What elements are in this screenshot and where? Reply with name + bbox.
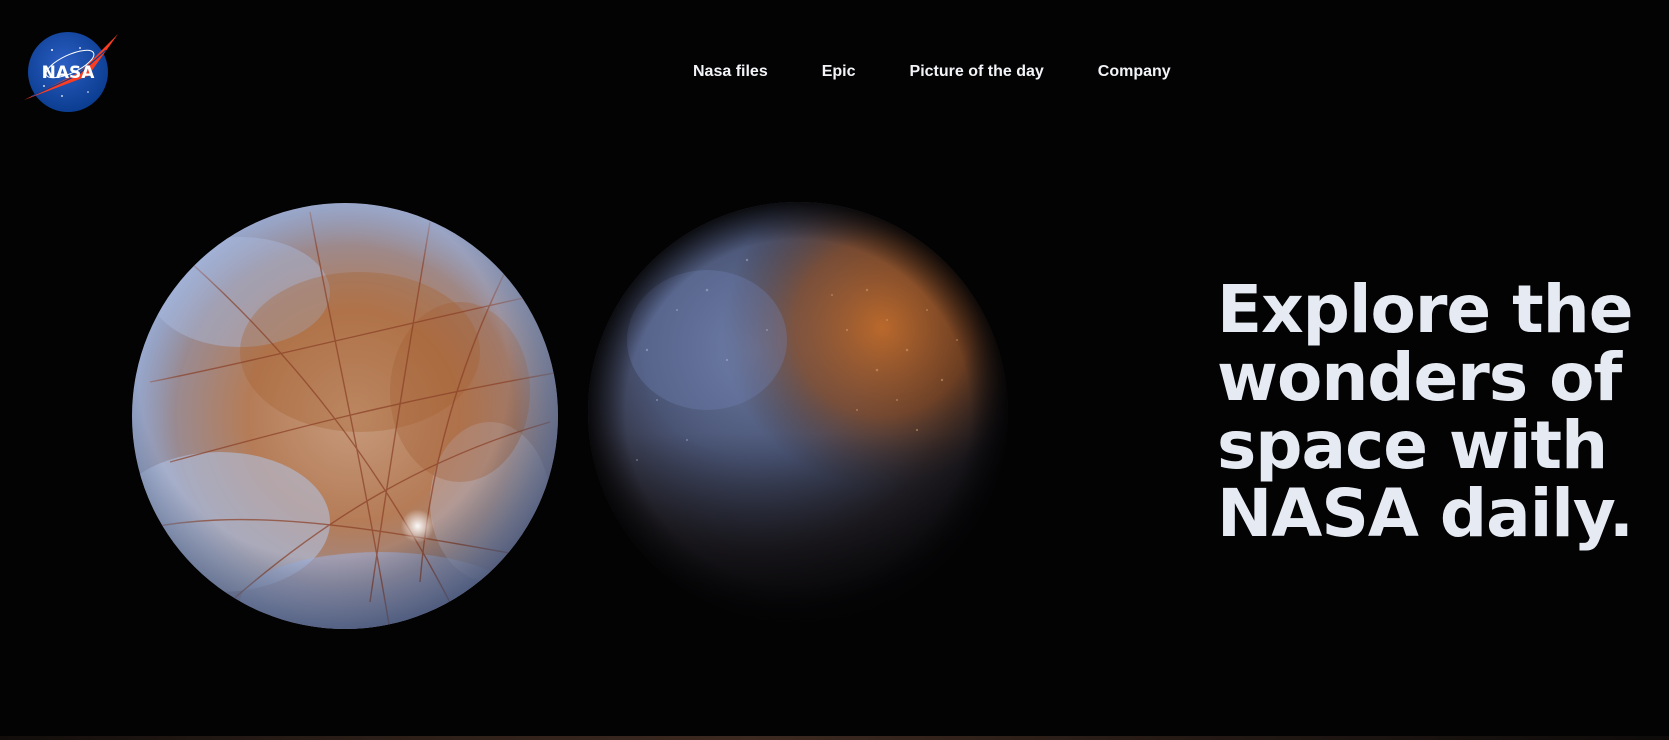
dark-moon-image [587,200,1009,624]
hero-headline: Explore the wonders of space with NASA d… [1217,276,1657,548]
nav-company[interactable]: Company [1098,60,1171,84]
headline-line-1: Explore the [1217,271,1633,348]
nav-picture-of-the-day[interactable]: Picture of the day [910,60,1044,84]
europa-moon-image [130,202,560,630]
nasa-logo[interactable]: NASA [22,30,120,114]
logo-wordmark: NASA [42,63,96,83]
headline-line-2: wonders of [1217,339,1622,416]
page: NASA Nasa files Epic Picture of the day … [0,0,1669,740]
nasa-meatball-icon: NASA [24,32,118,112]
nav-epic[interactable]: Epic [822,60,856,84]
next-section-edge [0,736,1669,740]
headline-line-3: space with [1217,407,1608,484]
headline-line-4: NASA daily. [1217,475,1634,552]
main-nav: Nasa files Epic Picture of the day Compa… [693,60,1171,84]
nav-nasa-files[interactable]: Nasa files [693,60,768,84]
